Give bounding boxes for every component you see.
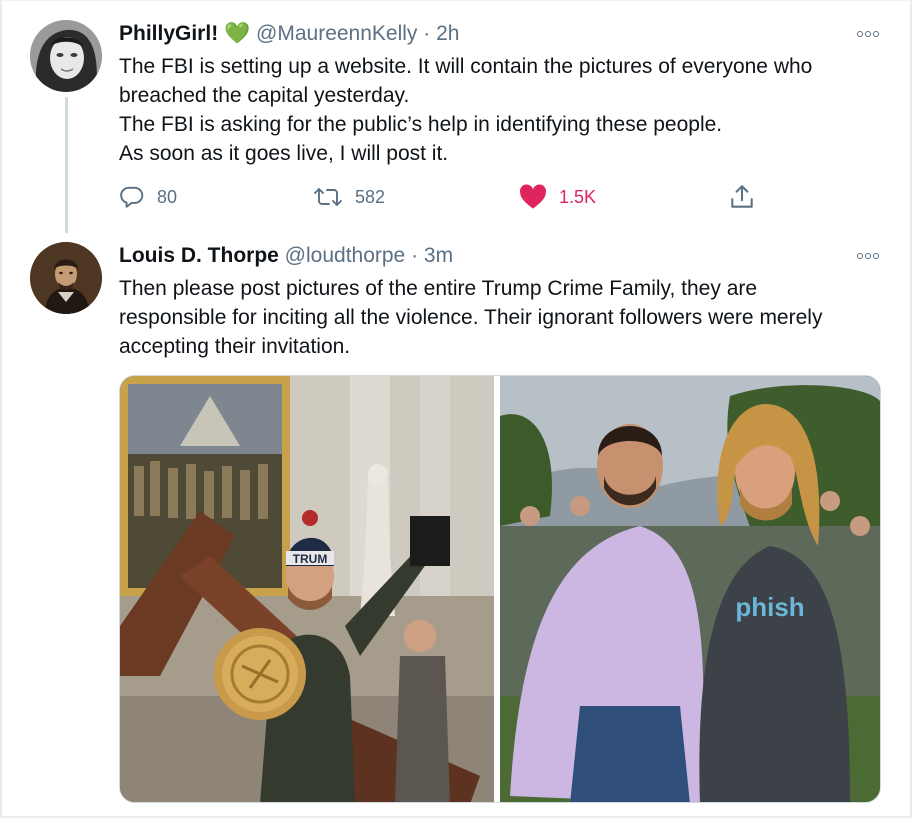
like-count: 1.5K (559, 186, 597, 207)
tweet2-line: responsible for inciting all the violenc… (119, 306, 823, 329)
tweet2-header: Louis D. Thorpe @loudthorpe · 3m (119, 242, 453, 270)
retweet-count: 582 (355, 186, 386, 207)
tweet1-line: As soon as it goes live, I will post it. (119, 142, 449, 165)
tweet2-text: Then please post pictures of the entire … (119, 274, 899, 361)
tweet2-line: Then please post pictures of the entire … (119, 277, 758, 300)
avatar-phillygirl[interactable] (30, 20, 102, 92)
reply-icon (120, 186, 144, 208)
tweet1-timestamp[interactable]: · 2h (423, 22, 459, 45)
share-icon (731, 185, 753, 208)
tweet1-text: The FBI is setting up a website. It will… (119, 52, 899, 168)
tweet1-line: The FBI is asking for the public’s help … (119, 113, 723, 136)
tweet2-timestamp[interactable]: · 3m (411, 244, 453, 267)
tweet1-header: PhillyGirl! 💚 @MaureennKelly · 2h (119, 20, 459, 48)
thread-connector-line (65, 97, 68, 233)
reply-count: 80 (157, 186, 178, 207)
tweet2-author-name[interactable]: Louis D. Thorpe (119, 244, 279, 267)
tweet1-line: The FBI is setting up a website. It will… (119, 55, 813, 78)
heart-icon (519, 184, 547, 209)
tweet2-author-handle[interactable]: @loudthorpe (285, 244, 406, 267)
media-photo-rotunda[interactable]: TRUM (120, 376, 494, 802)
retweet-icon (314, 188, 342, 206)
retweet-button[interactable]: 582 (313, 180, 385, 214)
tweet1-author-handle[interactable]: @MaureennKelly (256, 22, 417, 45)
share-button[interactable] (729, 180, 755, 214)
tweet2-media[interactable]: TRUM phish (119, 375, 881, 803)
reply-button[interactable]: 80 (119, 180, 177, 214)
hat-text: TRUM (293, 552, 328, 566)
green-heart-emoji: 💚 (224, 22, 251, 45)
tweet1-author-name[interactable]: PhillyGirl! (119, 22, 218, 45)
shirt-text: phish (735, 592, 804, 622)
media-photo-outdoor[interactable]: phish (500, 376, 880, 802)
like-button[interactable]: 1.5K (519, 180, 596, 214)
tweet1-line: breached the capital yesterday. (119, 84, 410, 107)
tweet2-more-icon[interactable] (853, 249, 883, 263)
avatar-loudthorpe[interactable] (30, 242, 102, 314)
tweet1-more-icon[interactable] (853, 27, 883, 41)
tweet2-line: accepting their invitation. (119, 335, 351, 358)
